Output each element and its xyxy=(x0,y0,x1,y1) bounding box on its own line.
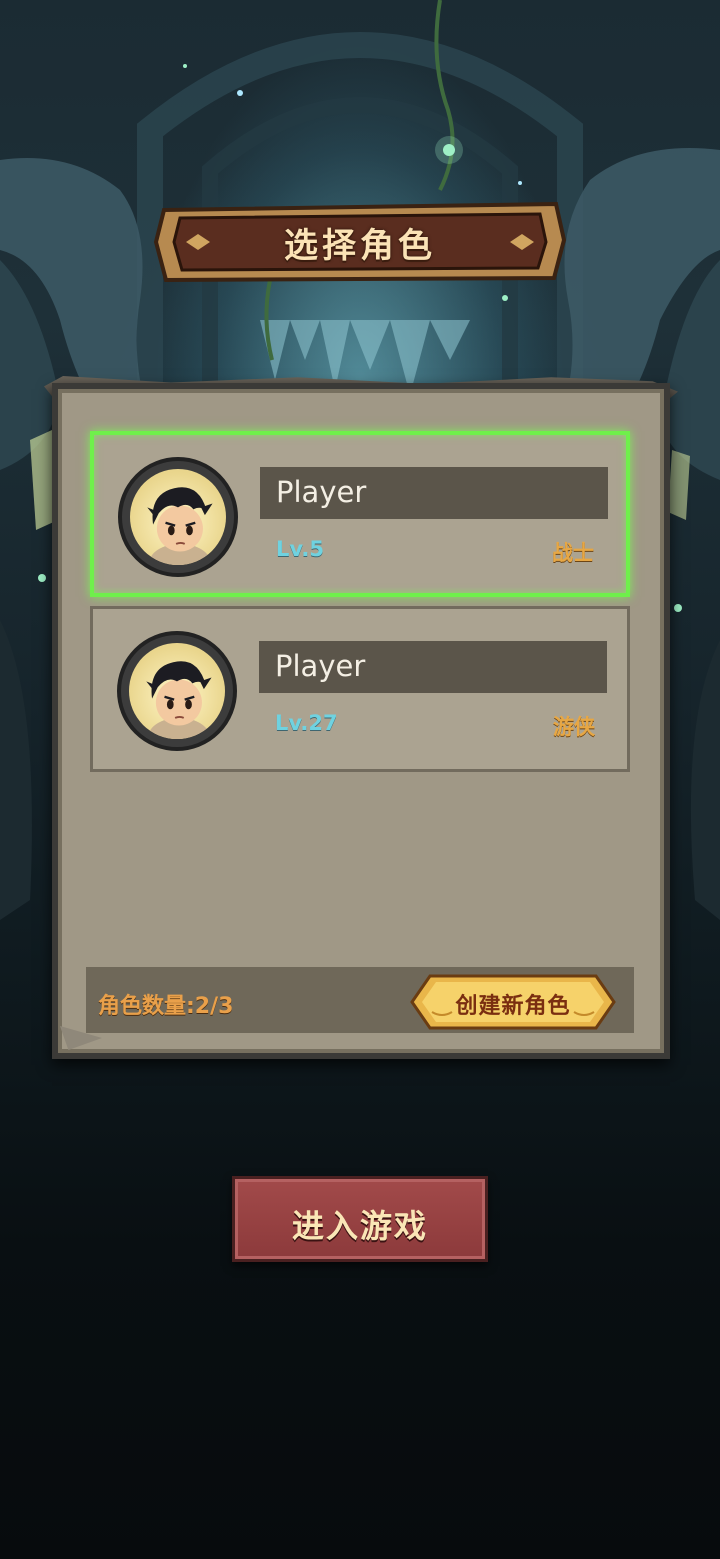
character-name: Player xyxy=(276,475,367,509)
enter-game-label: 进入游戏 xyxy=(291,1207,428,1245)
character-avatar xyxy=(117,631,237,751)
hero-portrait-icon xyxy=(147,487,213,565)
character-name: Player xyxy=(275,649,366,683)
character-count-label: 角色数量:2/3 xyxy=(98,994,234,1019)
character-card-2[interactable]: Player Lv.27 游侠 xyxy=(90,606,630,772)
create-character-label: 创建新角色 xyxy=(455,994,571,1019)
character-avatar xyxy=(118,457,238,577)
character-name-bar: Player xyxy=(260,467,608,519)
character-class: 战士 xyxy=(552,541,594,565)
character-name-bar: Player xyxy=(259,641,607,693)
title-banner: 选择角色 xyxy=(152,196,568,286)
page-title: 选择角色 xyxy=(284,226,436,266)
character-level: Lv.27 xyxy=(275,711,338,735)
character-level: Lv.5 xyxy=(276,537,324,561)
enter-game-button[interactable]: 进入游戏 xyxy=(232,1176,488,1262)
create-character-button[interactable]: 创建新角色 xyxy=(408,972,618,1032)
character-card-1[interactable]: Player Lv.5 战士 xyxy=(90,431,630,597)
hero-portrait-icon xyxy=(146,661,212,739)
character-class: 游侠 xyxy=(553,715,595,739)
